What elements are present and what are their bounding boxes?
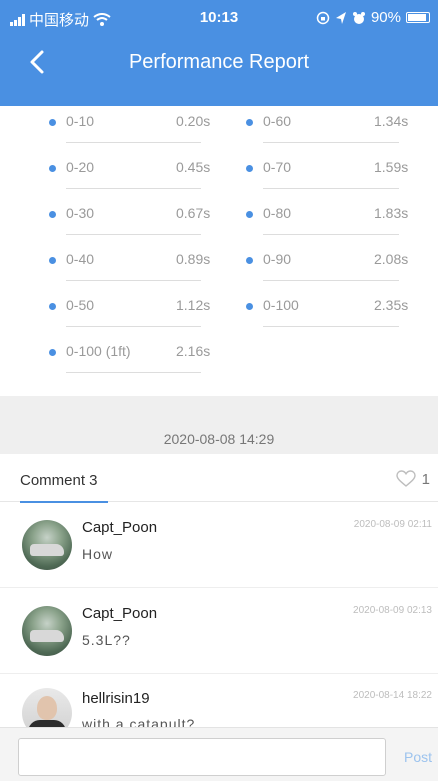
comment-time: 2020-08-09 02:13 [353, 605, 432, 616]
bullet-dot [246, 303, 253, 310]
comment-time: 2020-08-09 02:11 [353, 519, 432, 530]
comment-item: Capt_Poon How 2020-08-09 02:11 [0, 502, 438, 588]
comment-username[interactable]: Capt_Poon [82, 519, 157, 536]
comment-time: 2020-08-14 18:22 [353, 690, 432, 701]
metric-value: 0.67s [176, 205, 211, 221]
metric-value: 1.34s [374, 113, 409, 129]
bullet-dot [246, 211, 253, 218]
metric-value: 2.08s [374, 251, 409, 267]
bullet-dot [246, 119, 253, 126]
metric-item: 0-20 0.45s [49, 142, 214, 189]
metric-value: 0.20s [176, 113, 211, 129]
avatar[interactable] [22, 520, 72, 570]
bullet-dot [49, 257, 56, 264]
metric-label: 0-100 [263, 297, 299, 313]
comment-input-bar: Post [0, 727, 438, 781]
metric-item: 0-100 (1ft) 2.16s [49, 326, 214, 373]
post-button[interactable]: Post [404, 749, 432, 765]
report-date-band: 2020-08-08 14:29 [0, 396, 438, 454]
divider [66, 372, 201, 373]
comment-text: How [82, 546, 114, 562]
comments-header: Comment 3 1 [0, 454, 438, 503]
heart-icon [395, 470, 416, 487]
status-bar: 中国移动 10:13 90% [0, 0, 438, 38]
avatar[interactable] [22, 606, 72, 656]
divider [263, 326, 399, 327]
tab-comments[interactable]: Comment 3 [20, 472, 98, 489]
metric-value: 2.35s [374, 297, 409, 313]
battery-percent: 90% [370, 9, 401, 26]
comment-item: Capt_Poon 5.3L?? 2020-08-09 02:13 [0, 588, 438, 674]
metric-label: 0-20 [66, 159, 95, 175]
metric-value: 2.16s [176, 343, 211, 359]
metric-label: 0-50 [66, 297, 95, 313]
comment-username[interactable]: hellrisin19 [82, 690, 150, 707]
bullet-dot [49, 119, 56, 126]
metric-label: 0-70 [263, 159, 292, 175]
top-bar: 中国移动 10:13 90% Performance Report [0, 0, 438, 106]
status-right: 90% [316, 9, 430, 26]
battery-icon [406, 12, 430, 23]
bullet-dot [246, 257, 253, 264]
comment-text: 5.3L?? [82, 632, 131, 648]
orientation-lock-icon [316, 11, 330, 24]
metric-label: 0-10 [66, 113, 95, 129]
metric-item: 0-60 1.34s [246, 96, 416, 143]
metric-label: 0-90 [263, 251, 292, 267]
bullet-dot [49, 349, 56, 356]
metric-label: 0-60 [263, 113, 292, 129]
metric-label: 0-100 (1ft) [66, 343, 131, 359]
metric-item: 0-70 1.59s [246, 142, 416, 189]
comment-input[interactable] [18, 738, 386, 776]
metric-value: 1.12s [176, 297, 211, 313]
like-button[interactable]: 1 [395, 470, 430, 488]
metric-label: 0-30 [66, 205, 95, 221]
location-icon [335, 11, 346, 24]
metric-value: 1.83s [374, 205, 409, 221]
metric-item: 0-40 0.89s [49, 234, 214, 281]
bullet-dot [49, 303, 56, 310]
metric-item: 0-30 0.67s [49, 188, 214, 235]
comment-username[interactable]: Capt_Poon [82, 605, 157, 622]
bullet-dot [49, 211, 56, 218]
metric-label: 0-40 [66, 251, 95, 267]
metric-label: 0-80 [263, 205, 292, 221]
bullet-dot [246, 165, 253, 172]
metric-value: 1.59s [374, 159, 409, 175]
metric-item: 0-10 0.20s [49, 96, 214, 143]
page-title: Performance Report [128, 51, 310, 73]
metric-item: 0-50 1.12s [49, 280, 214, 327]
bullet-dot [49, 165, 56, 172]
metric-value: 0.45s [176, 159, 211, 175]
metric-value: 0.89s [176, 251, 211, 267]
like-count: 1 [421, 470, 430, 488]
metric-item: 0-80 1.83s [246, 188, 416, 235]
metric-item: 0-90 2.08s [246, 234, 416, 281]
report-date: 2020-08-08 14:29 [163, 431, 275, 447]
alarm-icon [352, 11, 365, 24]
metric-item: 0-100 2.35s [246, 280, 416, 327]
